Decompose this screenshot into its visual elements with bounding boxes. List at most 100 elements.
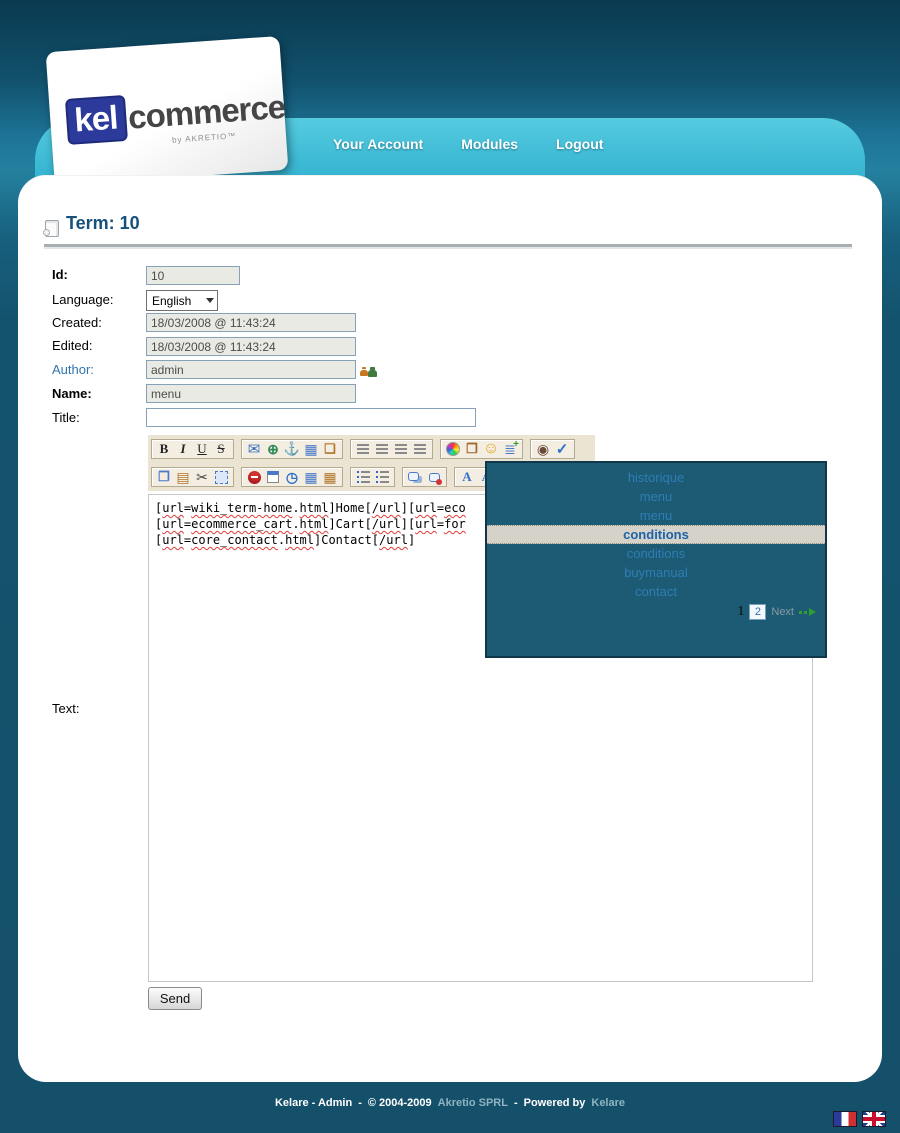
smiley-icon[interactable] [482, 441, 500, 458]
field-label-author[interactable]: Author: [52, 362, 94, 377]
document-icon [45, 220, 59, 237]
page: Your Account Modules Logout kel commerce b… [0, 0, 900, 1133]
editor-toolbar-row1 [148, 435, 595, 463]
language-selected-value: English [152, 294, 191, 308]
color-wheel-icon[interactable] [444, 441, 462, 458]
field-label-created: Created: [52, 315, 102, 330]
comment-remove-icon[interactable] [425, 469, 443, 486]
font-color-icon[interactable] [458, 469, 476, 486]
page-title: Term: 10 [66, 213, 140, 234]
footer-text: Kelare - Admin [275, 1097, 352, 1109]
image-icon[interactable] [302, 441, 320, 458]
term-list-item[interactable]: contact [487, 582, 825, 601]
footer-text: - [358, 1097, 362, 1109]
toolbar-group [241, 439, 343, 459]
edited-field [146, 337, 356, 356]
next-link[interactable]: Next [771, 606, 794, 618]
chevron-down-icon [206, 298, 214, 303]
toolbar-group [402, 467, 447, 487]
comments-icon[interactable] [406, 469, 424, 486]
content-panel: Term: 10 Id: Language: English Created: … [18, 175, 882, 1082]
term-list-item[interactable]: buymanual [487, 563, 825, 582]
footer-text: Powered by [524, 1097, 586, 1109]
pagination: 1 2 Next [737, 604, 816, 620]
underline-icon[interactable] [193, 441, 211, 458]
clock-icon[interactable] [283, 469, 301, 486]
term-list-item[interactable]: historique [487, 468, 825, 487]
toolbar-group [454, 467, 485, 487]
field-label-language: Language: [52, 292, 113, 307]
users-icon[interactable] [360, 363, 379, 377]
image-add-icon[interactable] [321, 441, 339, 458]
flag-uk-icon[interactable] [862, 1111, 886, 1127]
toolbar-group [350, 439, 433, 459]
photos-icon[interactable] [463, 441, 481, 458]
field-label-title: Title: [52, 410, 80, 425]
id-field [146, 266, 240, 285]
editor-toolbar-row2 [148, 463, 485, 491]
select-all-icon[interactable] [212, 469, 230, 486]
globe-icon[interactable] [264, 441, 282, 458]
align-right-icon[interactable] [392, 441, 410, 458]
cut-icon[interactable] [193, 469, 211, 486]
nav-item-modules[interactable]: Modules [461, 136, 518, 152]
page-number-link[interactable]: 2 [749, 604, 766, 620]
strike-icon[interactable] [212, 441, 230, 458]
align-center-icon[interactable] [373, 441, 391, 458]
term-list: historiquemenumenuconditionsconditionsbu… [487, 463, 825, 601]
tree-add-icon[interactable] [501, 441, 519, 458]
toolbar-group [440, 439, 523, 459]
heading-divider [44, 244, 852, 249]
eye-icon[interactable] [534, 441, 552, 458]
ordered-list-icon[interactable] [373, 469, 391, 486]
calendar-icon[interactable] [264, 469, 282, 486]
toolbar-group [151, 439, 234, 459]
language-flags [833, 1111, 886, 1127]
bold-icon[interactable] [155, 441, 173, 458]
term-list-item[interactable]: menu [487, 506, 825, 525]
email-icon[interactable] [245, 441, 263, 458]
main-nav: Your Account Modules Logout [333, 136, 603, 152]
term-list-item[interactable]: conditions [487, 544, 825, 563]
next-arrow-icon[interactable] [799, 608, 816, 617]
footer-text: - [514, 1097, 518, 1109]
field-label-text: Text: [52, 701, 79, 716]
logo-kel-badge: kel [65, 95, 128, 145]
nav-item-your-account[interactable]: Your Account [333, 136, 423, 152]
term-list-popup: historiquemenumenuconditionsconditionsbu… [485, 461, 827, 658]
name-field [146, 384, 356, 403]
term-list-item[interactable]: conditions [487, 525, 825, 544]
language-select[interactable]: English [146, 290, 218, 311]
footer: Kelare - Admin-© 2004-2009Akretio SPRL-P… [0, 1097, 900, 1109]
anchor-icon[interactable] [283, 441, 301, 458]
toolbar-group [241, 467, 343, 487]
footer-link[interactable]: Akretio SPRL [438, 1097, 508, 1109]
title-field[interactable] [146, 408, 476, 427]
table-edit-icon[interactable] [321, 469, 339, 486]
italic-icon[interactable] [174, 441, 192, 458]
logo-commerce-text: commerce [127, 88, 286, 137]
table-icon[interactable] [302, 469, 320, 486]
page-number-current[interactable]: 1 [737, 604, 744, 620]
term-list-item[interactable]: menu [487, 487, 825, 506]
flag-fr-icon[interactable] [833, 1111, 857, 1127]
created-field [146, 313, 356, 332]
field-label-name: Name: [52, 386, 92, 401]
remove-icon[interactable] [245, 469, 263, 486]
copy-icon[interactable] [155, 469, 173, 486]
spellcheck-icon[interactable] [553, 441, 571, 458]
paste-icon[interactable] [174, 469, 192, 486]
unordered-list-icon[interactable] [354, 469, 372, 486]
align-justify-icon[interactable] [411, 441, 429, 458]
footer-link[interactable]: Kelare [591, 1097, 625, 1109]
toolbar-group [151, 467, 234, 487]
logo[interactable]: kel commerce by AKRETIO™ [46, 36, 289, 186]
align-left-icon[interactable] [354, 441, 372, 458]
nav-item-logout[interactable]: Logout [556, 136, 603, 152]
field-label-id: Id: [52, 267, 68, 282]
field-label-edited: Edited: [52, 338, 92, 353]
font-family-icon[interactable] [477, 469, 485, 486]
toolbar-group [530, 439, 575, 459]
author-field [146, 360, 356, 379]
send-button[interactable]: Send [148, 987, 202, 1010]
